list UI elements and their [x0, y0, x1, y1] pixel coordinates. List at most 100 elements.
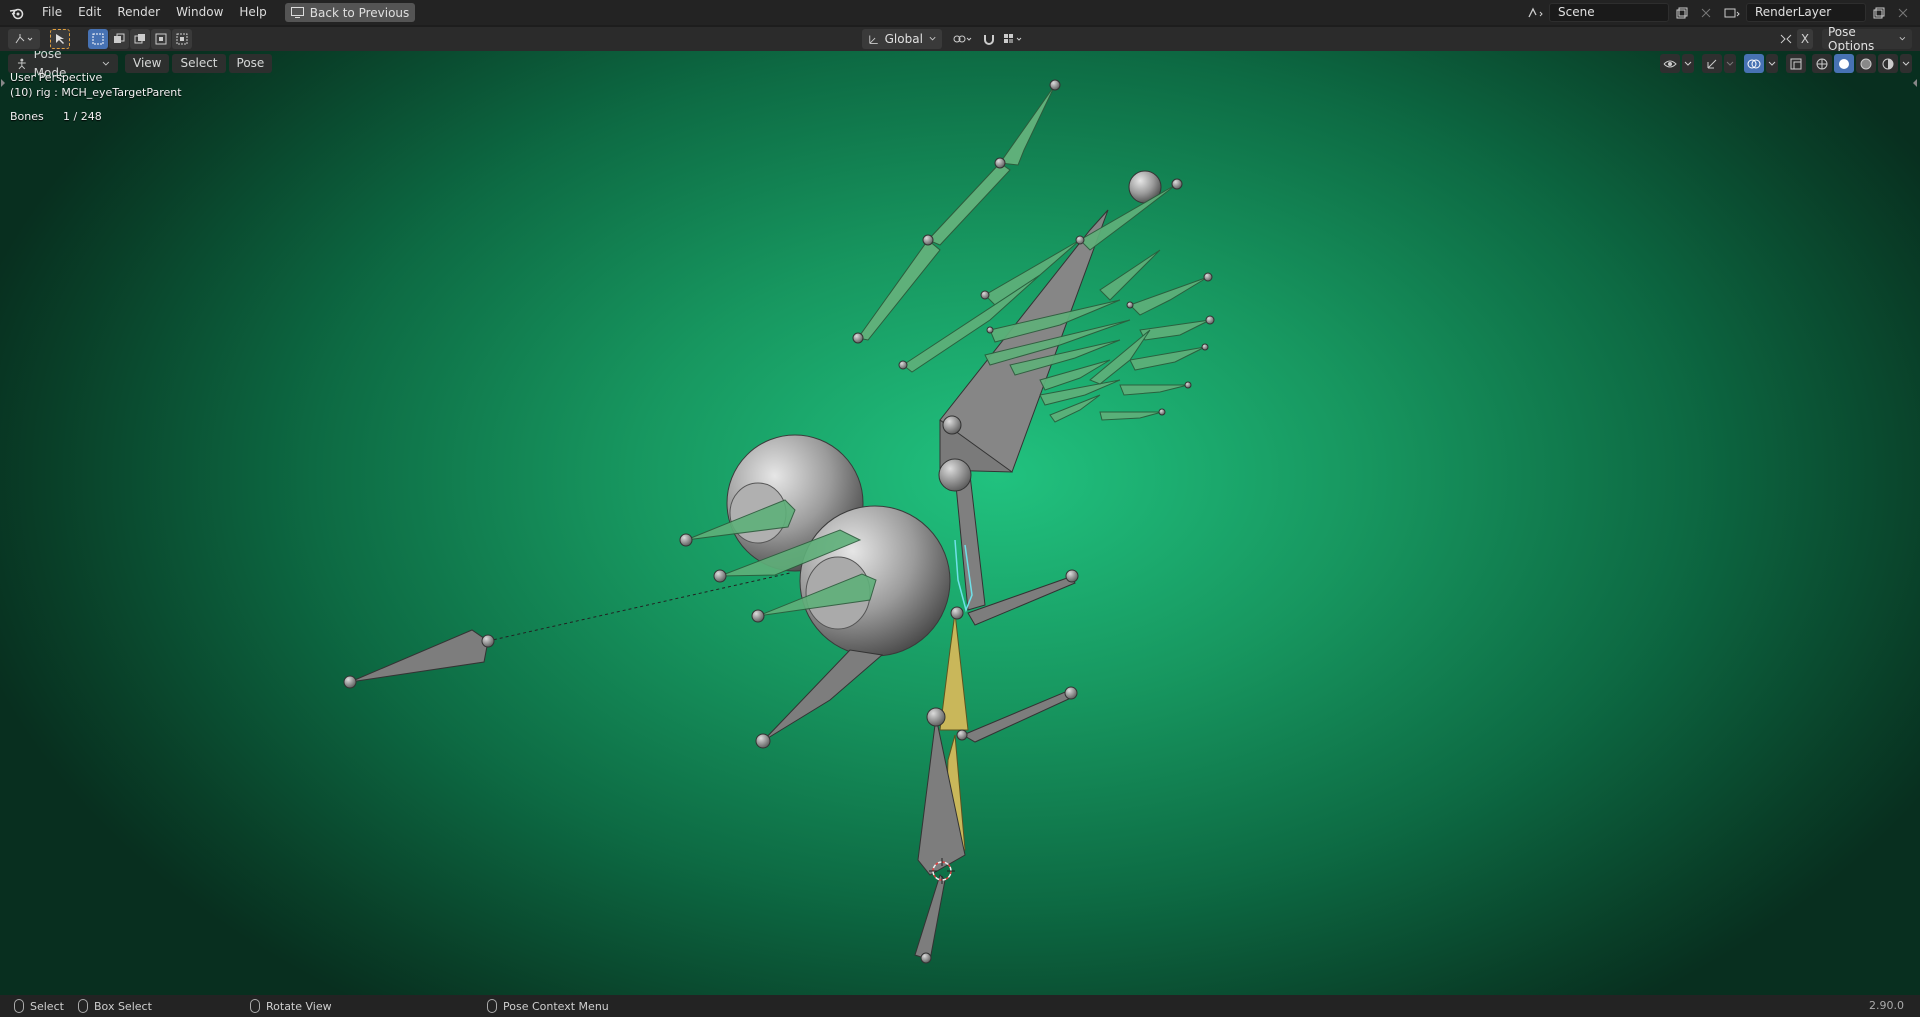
lower-bone	[914, 874, 946, 961]
select-new-icon[interactable]	[88, 29, 108, 49]
select-intersect-icon[interactable]	[172, 29, 192, 49]
ear-bone-green	[857, 239, 941, 341]
chevron-down-icon[interactable]	[1724, 54, 1736, 73]
transform-orientation-dropdown[interactable]: Global	[862, 29, 942, 49]
status-context-label: Pose Context Menu	[503, 999, 609, 1013]
visibility-eye-icon[interactable]	[1660, 54, 1680, 73]
head-top-bone	[939, 209, 1109, 473]
bone-joint	[1064, 686, 1078, 700]
transform-orientation-group: Global	[862, 29, 942, 49]
close-layer-icon[interactable]	[1892, 3, 1914, 22]
render-layer-field[interactable]: RenderLayer	[1746, 3, 1866, 22]
select-extend-icon[interactable]	[109, 29, 129, 49]
select-subtract-icon[interactable]	[130, 29, 150, 49]
menu-help[interactable]: Help	[231, 0, 274, 25]
scene-field[interactable]: Scene	[1549, 3, 1669, 22]
mouse-left-icon	[14, 999, 24, 1013]
version-label: 2.90.0	[1869, 999, 1904, 1012]
menu-file[interactable]: File	[34, 0, 70, 25]
transform-orientation-label: Global	[884, 32, 923, 46]
select-mode-group	[88, 29, 192, 49]
chevron-down-icon	[1899, 37, 1906, 41]
sidebar-expand-arrow[interactable]	[1913, 79, 1917, 87]
duplicate-scene-icon[interactable]	[1671, 3, 1693, 22]
ear-bone-green	[999, 84, 1056, 166]
status-select: Select	[14, 999, 64, 1013]
side-bone	[961, 689, 1074, 743]
xray-icon[interactable]	[1786, 54, 1806, 73]
overlays-icon[interactable]	[1744, 54, 1764, 73]
pivot-group	[948, 29, 1028, 49]
bones-stat-label: Bones	[10, 110, 44, 123]
pivot-point-icon[interactable]	[948, 29, 978, 49]
menu-window[interactable]: Window	[168, 0, 231, 25]
bone-joint	[679, 533, 693, 547]
close-scene-icon[interactable]	[1695, 3, 1717, 22]
tweak-tool-group	[50, 29, 70, 49]
back-to-previous-label: Back to Previous	[309, 5, 410, 20]
duplicate-layer-icon[interactable]	[1868, 3, 1890, 22]
back-to-previous-button[interactable]: Back to Previous	[284, 3, 416, 22]
select-cursor-icon[interactable]	[50, 29, 70, 49]
view-layer-selector: RenderLayer	[1722, 3, 1914, 22]
pose-options-dropdown[interactable]: Pose Options	[1822, 25, 1912, 53]
snap-icon[interactable]	[979, 29, 999, 49]
scene-selector: Scene	[1525, 3, 1717, 22]
menu-edit[interactable]: Edit	[70, 0, 109, 25]
bone-joint	[852, 332, 864, 344]
snap-target-icon[interactable]	[1000, 29, 1028, 49]
bone-joint	[1065, 569, 1079, 583]
render-layer-icon[interactable]	[1722, 3, 1744, 22]
wireframe-shading-icon[interactable]	[1812, 54, 1832, 73]
bone-joint	[481, 634, 495, 648]
3d-viewport[interactable]: Pose Mode View Select Pose User Perspect…	[0, 51, 1920, 995]
menu-view[interactable]: View	[125, 54, 170, 73]
menu-render[interactable]: Render	[109, 0, 168, 25]
solid-shading-icon[interactable]	[1834, 54, 1854, 73]
chevron-down-icon[interactable]	[1766, 54, 1778, 73]
material-shading-icon[interactable]	[1856, 54, 1876, 73]
select-invert-icon[interactable]	[151, 29, 171, 49]
pose-mode-icon	[17, 58, 26, 69]
bone-joint	[922, 234, 934, 246]
bone-joint	[751, 609, 765, 623]
bone-joint	[713, 569, 727, 583]
status-context: Pose Context Menu	[487, 999, 609, 1013]
rendered-shading-icon[interactable]	[1878, 54, 1898, 73]
editor-type-group	[8, 29, 40, 49]
chevron-down-icon	[929, 36, 936, 41]
gizmo-icon[interactable]	[1702, 54, 1722, 73]
jaw-bone	[762, 649, 884, 742]
mouse-right-icon	[487, 999, 497, 1013]
menu-pose[interactable]: Pose	[228, 54, 273, 73]
neck-bone	[954, 474, 986, 611]
status-rotate: Rotate View	[250, 999, 332, 1013]
orientation-axes-icon	[869, 35, 878, 44]
viewport-header-right	[1660, 54, 1912, 73]
bone-joint	[920, 952, 932, 964]
right-toolbar-group: X Pose Options	[1776, 25, 1912, 53]
status-box-select: Box Select	[78, 999, 152, 1013]
bone-joint	[956, 729, 968, 741]
blender-logo-icon[interactable]	[0, 0, 34, 25]
toolbar-expand-arrow[interactable]	[1, 79, 5, 87]
chevron-down-icon[interactable]	[1900, 54, 1912, 73]
editor-type-icon[interactable]	[8, 29, 40, 49]
scene-icon[interactable]	[1525, 3, 1547, 22]
pose-options-label: Pose Options	[1828, 25, 1875, 53]
bone-joint	[950, 606, 964, 620]
ear-bone-green	[927, 162, 1011, 246]
menu-select[interactable]: Select	[172, 54, 226, 73]
status-bar: Select Box Select Rotate View Pose Conte…	[0, 995, 1920, 1017]
bone-joint	[1049, 79, 1061, 91]
armature-scene[interactable]	[0, 51, 1920, 995]
mirror-x-toggle[interactable]: X	[1797, 29, 1813, 49]
bone-joint	[343, 675, 357, 689]
bones-stat-value: 1 / 248	[63, 110, 102, 123]
chevron-down-icon[interactable]	[1682, 54, 1694, 73]
mirror-icon[interactable]	[1776, 29, 1796, 49]
top-menu-bar: File Edit Render Window Help Back to Pre…	[0, 0, 1920, 25]
bone-joint	[942, 415, 962, 435]
active-bone-label: (10) rig : MCH_eyeTargetParent	[10, 86, 182, 99]
neck-joint	[938, 458, 972, 492]
